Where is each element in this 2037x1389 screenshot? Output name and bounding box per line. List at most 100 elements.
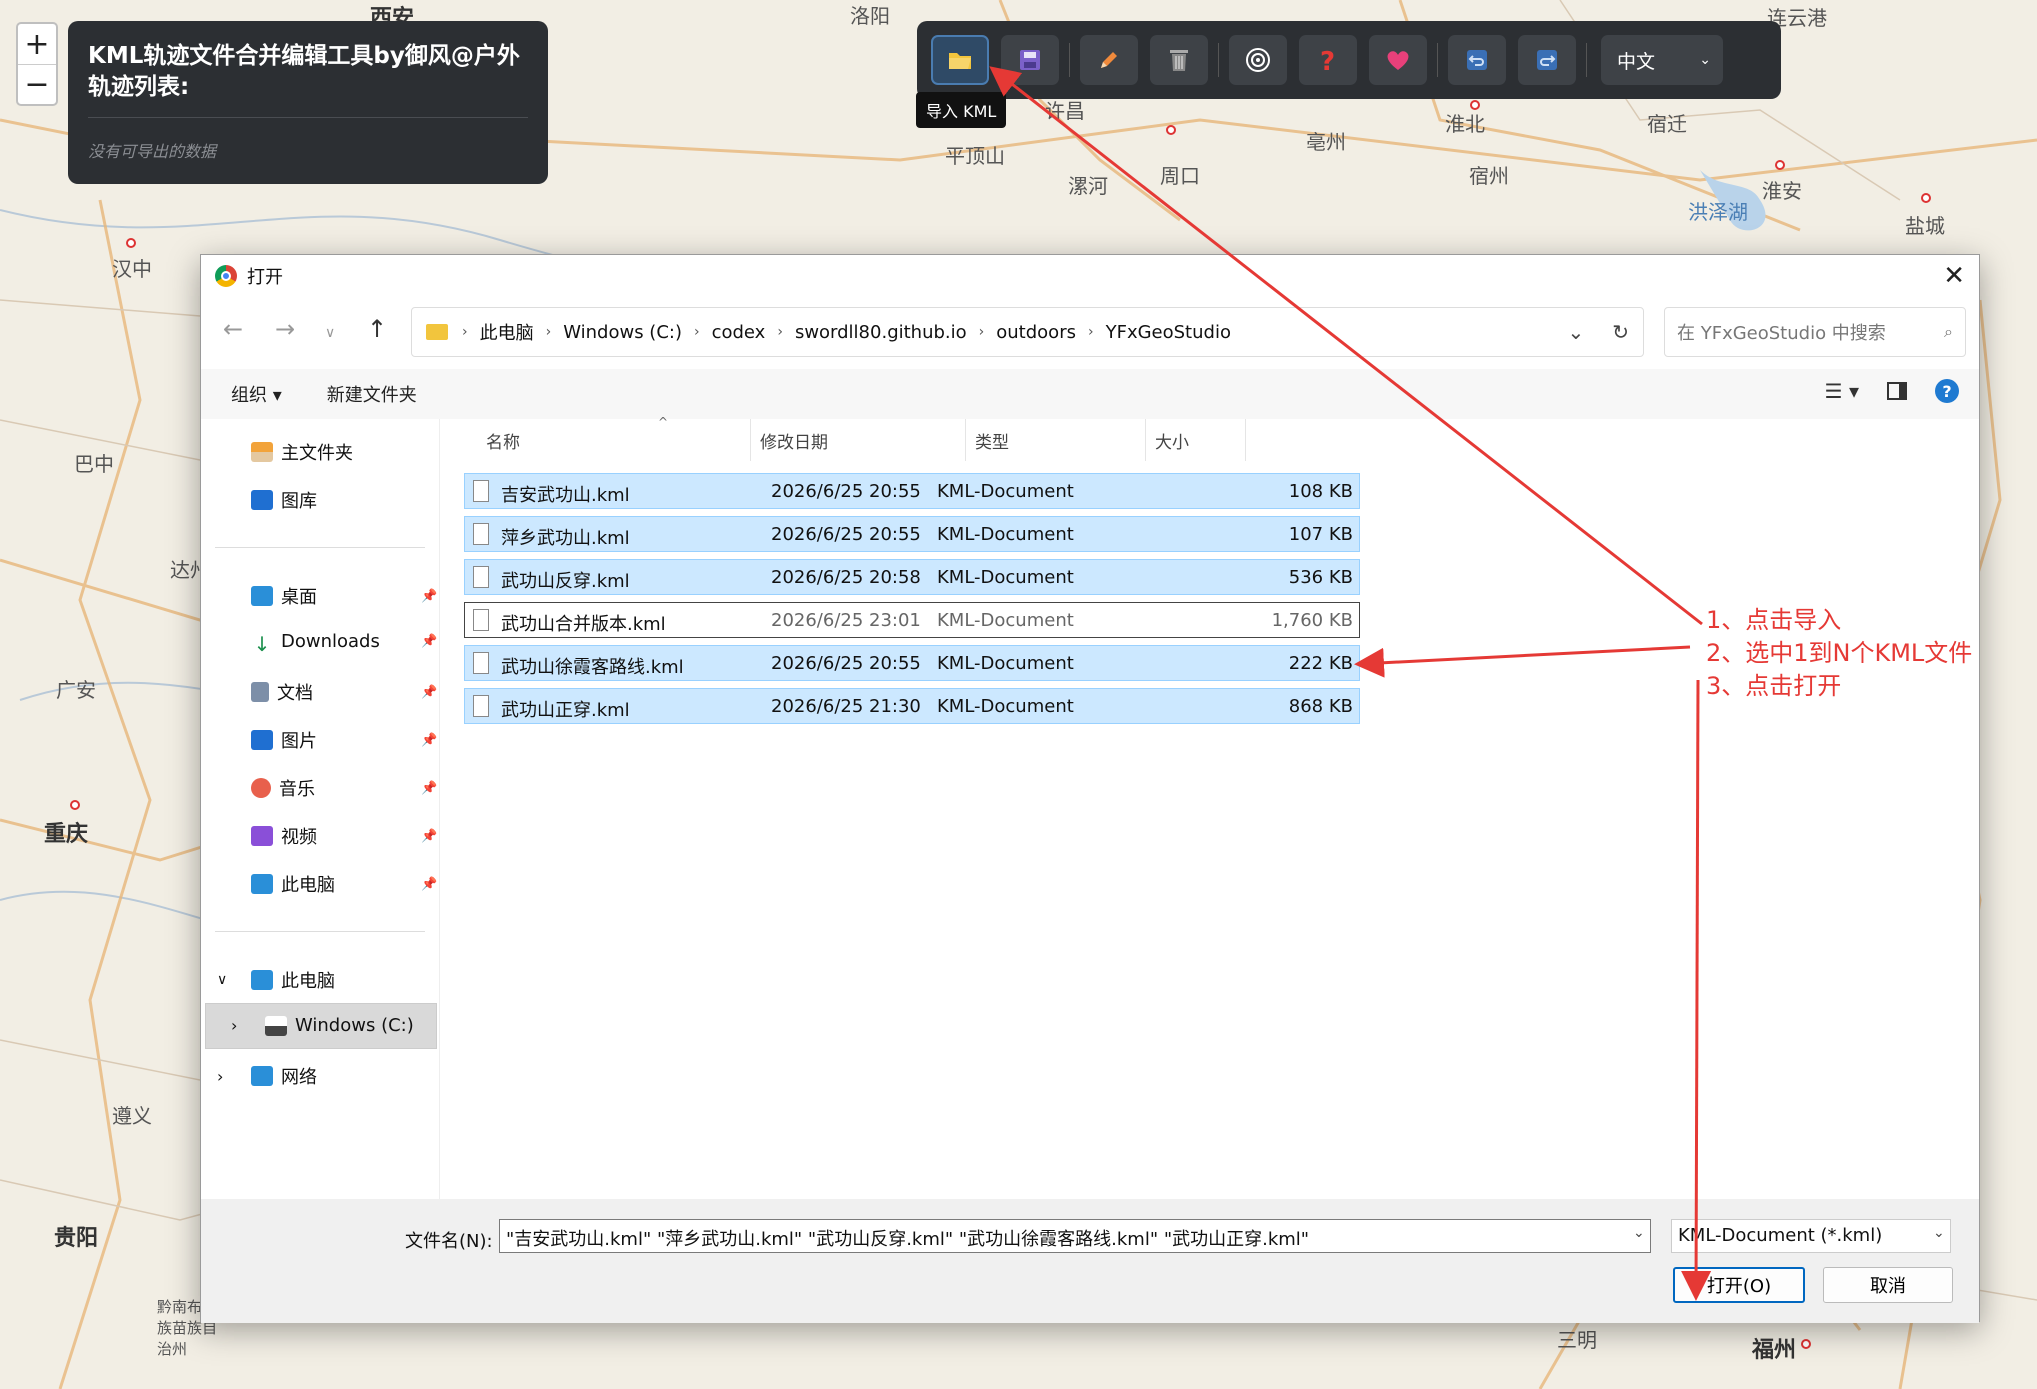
column-header-size[interactable]: 大小 bbox=[1155, 419, 1189, 461]
sort-ascending-icon: ^ bbox=[658, 415, 669, 429]
breadcrumb-item[interactable]: swordll80.github.io bbox=[795, 322, 967, 343]
chevron-right-icon[interactable]: › bbox=[231, 1016, 265, 1035]
chevron-right-icon[interactable]: › bbox=[217, 1067, 251, 1086]
locate-button[interactable] bbox=[1229, 35, 1287, 85]
column-divider[interactable] bbox=[750, 419, 751, 461]
map-label: 福州 bbox=[1752, 1338, 1797, 1363]
sidebar-item-this-pc[interactable]: 此电脑 📌 bbox=[251, 871, 437, 897]
column-header-name[interactable]: 名称 bbox=[486, 419, 520, 461]
file-name: 武功山正穿.kml bbox=[501, 700, 630, 721]
up-icon[interactable]: ↑ bbox=[367, 315, 387, 343]
breadcrumb-item[interactable]: YFxGeoStudio bbox=[1106, 322, 1231, 343]
column-label: 大小 bbox=[1155, 432, 1189, 453]
file-row[interactable]: 武功山反穿.kml 2026/6/25 20:58 KML-Document 536 … bbox=[464, 559, 1360, 595]
preview-pane-icon[interactable] bbox=[1887, 382, 1907, 400]
pin-icon[interactable]: 📌 bbox=[421, 829, 437, 844]
file-date: 2026/6/25 21:30 bbox=[771, 696, 921, 717]
column-header-date[interactable]: 修改日期 bbox=[760, 419, 828, 461]
pin-icon[interactable]: 📌 bbox=[421, 733, 437, 748]
search-input[interactable]: 在 YFxGeoStudio 中搜索 ⌕ bbox=[1664, 307, 1966, 357]
forward-icon[interactable]: → bbox=[275, 315, 295, 343]
sidebar-item-music[interactable]: 音乐 📌 bbox=[251, 775, 437, 801]
chevron-down-icon[interactable]: ⌄ bbox=[1567, 320, 1584, 344]
gallery-icon bbox=[251, 490, 273, 510]
breadcrumb-item[interactable]: 此电脑 bbox=[480, 319, 534, 345]
pin-icon[interactable]: 📌 bbox=[421, 685, 437, 700]
breadcrumb-item[interactable]: outdoors bbox=[996, 322, 1076, 343]
undo-button[interactable] bbox=[1448, 35, 1506, 85]
new-folder-button[interactable]: 新建文件夹 bbox=[327, 381, 417, 407]
pin-icon[interactable]: 📌 bbox=[421, 877, 437, 892]
filename-input[interactable]: "吉安武功山.kml" "萍乡武功山.kml" "武功山反穿.kml" "武功山… bbox=[499, 1219, 1651, 1253]
recent-dropdown-icon[interactable]: ∨ bbox=[325, 325, 335, 341]
zoom-in-button[interactable]: + bbox=[18, 24, 56, 64]
tree-item-network[interactable]: › 网络 bbox=[217, 1063, 317, 1089]
file-icon bbox=[473, 695, 489, 717]
breadcrumb-item[interactable]: codex bbox=[712, 322, 766, 343]
map-label: 宿迁 bbox=[1647, 112, 1687, 136]
chevron-down-icon[interactable]: ⌄ bbox=[1633, 1225, 1645, 1241]
help-icon[interactable]: ? bbox=[1935, 379, 1959, 403]
address-bar[interactable]: › 此电脑 › Windows (C:) › codex › swordll80.gi… bbox=[411, 307, 1644, 357]
sidebar-item-downloads[interactable]: ↓ Downloads 📌 bbox=[251, 631, 438, 656]
back-icon[interactable]: ← bbox=[223, 315, 243, 343]
cancel-button[interactable]: 取消 bbox=[1823, 1267, 1953, 1303]
filetype-select[interactable]: KML-Document (*.kml) bbox=[1671, 1219, 1951, 1253]
file-row[interactable]: 萍乡武功山.kml 2026/6/25 20:55 KML-Document 107 … bbox=[464, 516, 1360, 552]
chevron-right-icon: › bbox=[978, 324, 985, 340]
redo-button[interactable] bbox=[1518, 35, 1576, 85]
delete-button[interactable] bbox=[1150, 35, 1208, 85]
chevron-down-icon[interactable]: ⌄ bbox=[1933, 1225, 1945, 1241]
export-button[interactable] bbox=[1001, 35, 1059, 85]
search-icon: ⌕ bbox=[1944, 322, 1953, 341]
panel-title: KML轨迹文件合并编辑工具by御风@户外轨迹列表: bbox=[88, 43, 520, 100]
file-row[interactable]: 武功山徐霞客路线.kml 2026/6/25 20:55 KML-Document 2… bbox=[464, 645, 1360, 681]
view-options-icon[interactable]: ☰ ▾ bbox=[1825, 379, 1859, 403]
map-label: 漯河 bbox=[1068, 174, 1108, 198]
file-row[interactable]: 武功山正穿.kml 2026/6/25 21:30 KML-Document 868 … bbox=[464, 688, 1360, 724]
file-row[interactable]: 吉安武功山.kml 2026/6/25 20:55 KML-Document 108 … bbox=[464, 473, 1360, 509]
file-type: KML-Document bbox=[937, 524, 1074, 545]
file-icon bbox=[473, 523, 489, 545]
pin-icon[interactable]: 📌 bbox=[421, 634, 437, 649]
sidebar-item-gallery[interactable]: 图库 bbox=[251, 487, 317, 513]
file-name: 吉安武功山.kml bbox=[501, 485, 630, 506]
close-icon[interactable]: ✕ bbox=[1943, 261, 1965, 291]
column-divider[interactable] bbox=[1145, 419, 1146, 461]
sidebar-item-videos[interactable]: 视频 📌 bbox=[251, 823, 437, 849]
pin-icon[interactable]: 📌 bbox=[421, 781, 437, 796]
column-header-type[interactable]: 类型 bbox=[975, 419, 1009, 461]
sidebar-item-desktop[interactable]: 桌面 📌 bbox=[251, 583, 437, 609]
breadcrumb-item[interactable]: Windows (C:) bbox=[563, 322, 682, 343]
chevron-down-icon[interactable]: ∨ bbox=[217, 972, 251, 988]
zoom-out-button[interactable]: − bbox=[18, 64, 56, 104]
network-icon bbox=[251, 1066, 273, 1086]
organize-menu[interactable]: 组织 ▾ bbox=[231, 381, 282, 407]
empty-message: 没有可导出的数据 bbox=[88, 142, 217, 161]
file-date: 2026/6/25 20:55 bbox=[771, 481, 921, 502]
instruction-line: 1、点击导入 bbox=[1706, 606, 1842, 634]
help-button[interactable]: ? bbox=[1299, 35, 1357, 85]
file-name: 萍乡武功山.kml bbox=[501, 528, 630, 549]
edit-button[interactable] bbox=[1080, 35, 1138, 85]
column-divider[interactable] bbox=[965, 419, 966, 461]
file-row[interactable]: 武功山合并版本.kml 2026/6/25 23:01 KML-Document 1,… bbox=[464, 602, 1360, 638]
file-date: 2026/6/25 20:55 bbox=[771, 653, 921, 674]
tree-item-this-pc[interactable]: ∨ 此电脑 bbox=[217, 967, 335, 993]
folder-icon bbox=[426, 324, 448, 340]
file-type: KML-Document bbox=[937, 610, 1074, 631]
pin-icon[interactable]: 📌 bbox=[421, 589, 437, 604]
target-icon bbox=[1246, 48, 1270, 72]
tree-item-windows-c[interactable]: › Windows (C:) bbox=[231, 1015, 414, 1036]
open-button[interactable]: 打开(O) bbox=[1673, 1267, 1805, 1303]
refresh-icon[interactable]: ↻ bbox=[1612, 320, 1629, 344]
sidebar-item-home[interactable]: 主文件夹 bbox=[251, 439, 353, 465]
sidebar-item-pictures[interactable]: 图片 📌 bbox=[251, 727, 437, 753]
desktop-icon bbox=[251, 586, 273, 606]
sidebar-item-documents[interactable]: 文档 📌 bbox=[251, 679, 437, 705]
city-marker bbox=[1166, 125, 1176, 135]
import-kml-button[interactable] bbox=[931, 35, 989, 85]
donate-button[interactable] bbox=[1369, 35, 1427, 85]
language-select[interactable]: 中文 ⌄ bbox=[1601, 35, 1723, 85]
column-divider[interactable] bbox=[1245, 419, 1246, 461]
